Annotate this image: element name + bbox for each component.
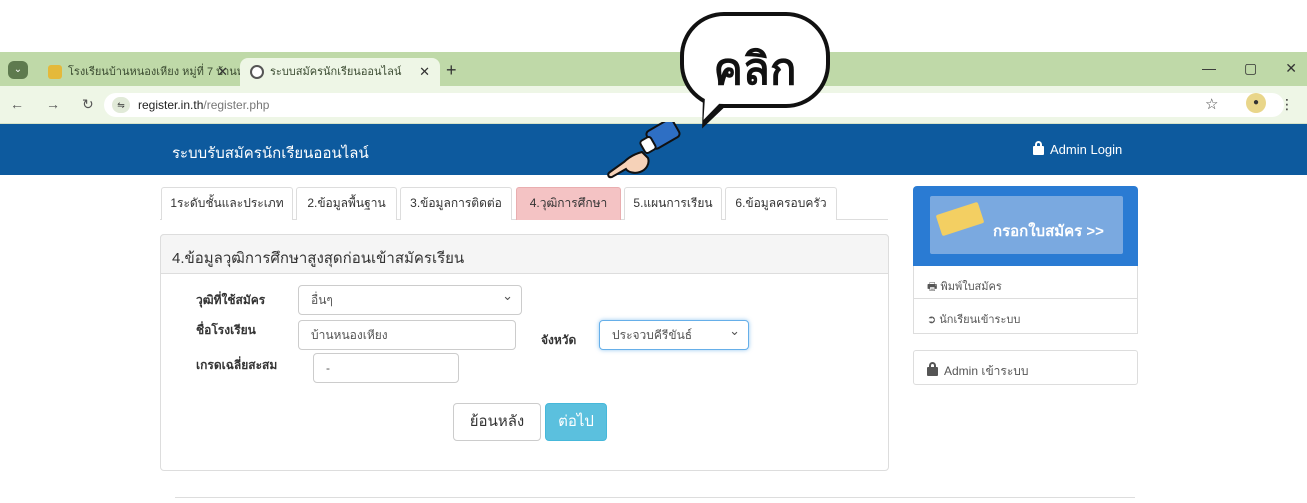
admin-entry-link[interactable]: Admin เข้าระบบ	[927, 362, 1029, 381]
restore-icon[interactable]: ▢	[1244, 60, 1257, 77]
browser-tab-register[interactable]: ระบบสมัครนักเรียนออนไลน์ ✕	[240, 58, 440, 86]
apply-label[interactable]: กรอกใบสมัคร >>	[993, 219, 1104, 243]
url-host: register.in.th	[138, 98, 204, 112]
province-value: ประจวบคีรีขันธ์	[612, 328, 693, 342]
reload-icon[interactable]: ↻	[82, 96, 94, 113]
printer-icon: 🖶	[927, 281, 941, 293]
pointing-hand-icon	[607, 122, 681, 179]
province-label: จังหวัด	[541, 333, 577, 347]
gpa-input[interactable]: -	[313, 353, 459, 383]
admin-login-label: Admin Login	[1050, 142, 1123, 157]
url-text[interactable]: register.in.th/register.php	[138, 98, 269, 112]
tab-search-icon[interactable]: ⌄	[8, 61, 28, 79]
admin-entry-label: Admin เข้าระบบ	[944, 364, 1029, 378]
window-controls: — ▢ ✕	[1202, 60, 1297, 77]
url-path: /register.php	[203, 98, 270, 112]
footer-divider	[175, 497, 1135, 498]
province-select[interactable]: ประจวบคีรีขันธ์	[599, 317, 749, 350]
more-menu-icon[interactable]: ⋮	[1280, 96, 1294, 113]
close-window-icon[interactable]: ✕	[1285, 60, 1297, 77]
bookmark-star-icon[interactable]: ☆	[1205, 95, 1218, 113]
sidebar-item-label: นักเรียนเข้าระบบ	[939, 314, 1021, 326]
next-button[interactable]: ต่อไป	[545, 403, 607, 441]
school-favicon-icon	[48, 65, 62, 79]
callout-text: คลิก	[713, 45, 797, 94]
browser-tab-title: ระบบสมัครนักเรียนออนไลน์	[270, 66, 402, 78]
admin-login-link[interactable]: Admin Login	[1033, 141, 1123, 157]
close-icon[interactable]: ✕	[419, 58, 430, 86]
school-value: บ้านหนองเหียง	[311, 328, 388, 342]
tab-step-1[interactable]: 1ระดับชั้นและประเภท	[161, 187, 293, 220]
tab-step-4[interactable]: 4.วุฒิการศึกษา	[516, 187, 621, 220]
new-tab-button[interactable]: +	[446, 60, 457, 81]
school-label: ชื่อโรงเรียน	[196, 323, 256, 337]
school-input[interactable]: บ้านหนองเหียง	[298, 320, 516, 350]
tab-step-5[interactable]: 5.แผนการเรียน	[624, 187, 722, 220]
forward-arrow-icon[interactable]: →	[46, 96, 60, 113]
sidebar-item-student-login[interactable]: ➲ นักเรียนเข้าระบบ	[927, 310, 1020, 328]
sign-in-icon: ➲	[927, 314, 940, 326]
back-button[interactable]: ย้อนหลัง	[453, 403, 541, 441]
close-icon[interactable]: ✕	[217, 58, 228, 86]
tab-step-2[interactable]: 2.ข้อมูลพื้นฐาน	[296, 187, 397, 220]
sidebar-item-print[interactable]: 🖶 พิมพ์ใบสมัคร	[927, 277, 1002, 297]
back-arrow-icon[interactable]: ←	[10, 96, 24, 113]
gpa-label: เกรดเฉลี่ยสะสม	[196, 358, 278, 372]
lock-icon	[1033, 141, 1044, 155]
qualification-label: วุฒิที่ใช้สมัคร	[196, 293, 266, 307]
site-info-icon[interactable]: ⇋	[112, 97, 130, 113]
qualification-value: อื่นๆ	[311, 293, 333, 307]
browser-tab-school[interactable]: โรงเรียนบ้านหนองเหียง หมู่ที่ 7 บ้านห...…	[38, 58, 253, 86]
navigation-buttons: ← → ↻	[10, 96, 94, 113]
tab-step-3[interactable]: 3.ข้อมูลการติดต่อ	[400, 187, 512, 220]
tab-step-6[interactable]: 6.ข้อมูลครอบครัว	[725, 187, 837, 220]
profile-avatar[interactable]: ●	[1246, 93, 1266, 113]
minimize-icon[interactable]: —	[1202, 60, 1216, 77]
sidebar-item-label: พิมพ์ใบสมัคร	[940, 281, 1002, 293]
globe-icon	[250, 65, 264, 79]
lock-icon	[927, 362, 938, 376]
panel-title: 4.ข้อมูลวุฒิการศึกษาสูงสุดก่อนเข้าสมัครเ…	[172, 250, 465, 267]
sidebar-divider	[913, 298, 1138, 299]
site-brand[interactable]: ระบบรับสมัครนักเรียนออนไลน์	[172, 141, 369, 165]
qualification-select[interactable]: อื่นๆ	[298, 282, 522, 315]
gpa-value: -	[326, 361, 330, 375]
